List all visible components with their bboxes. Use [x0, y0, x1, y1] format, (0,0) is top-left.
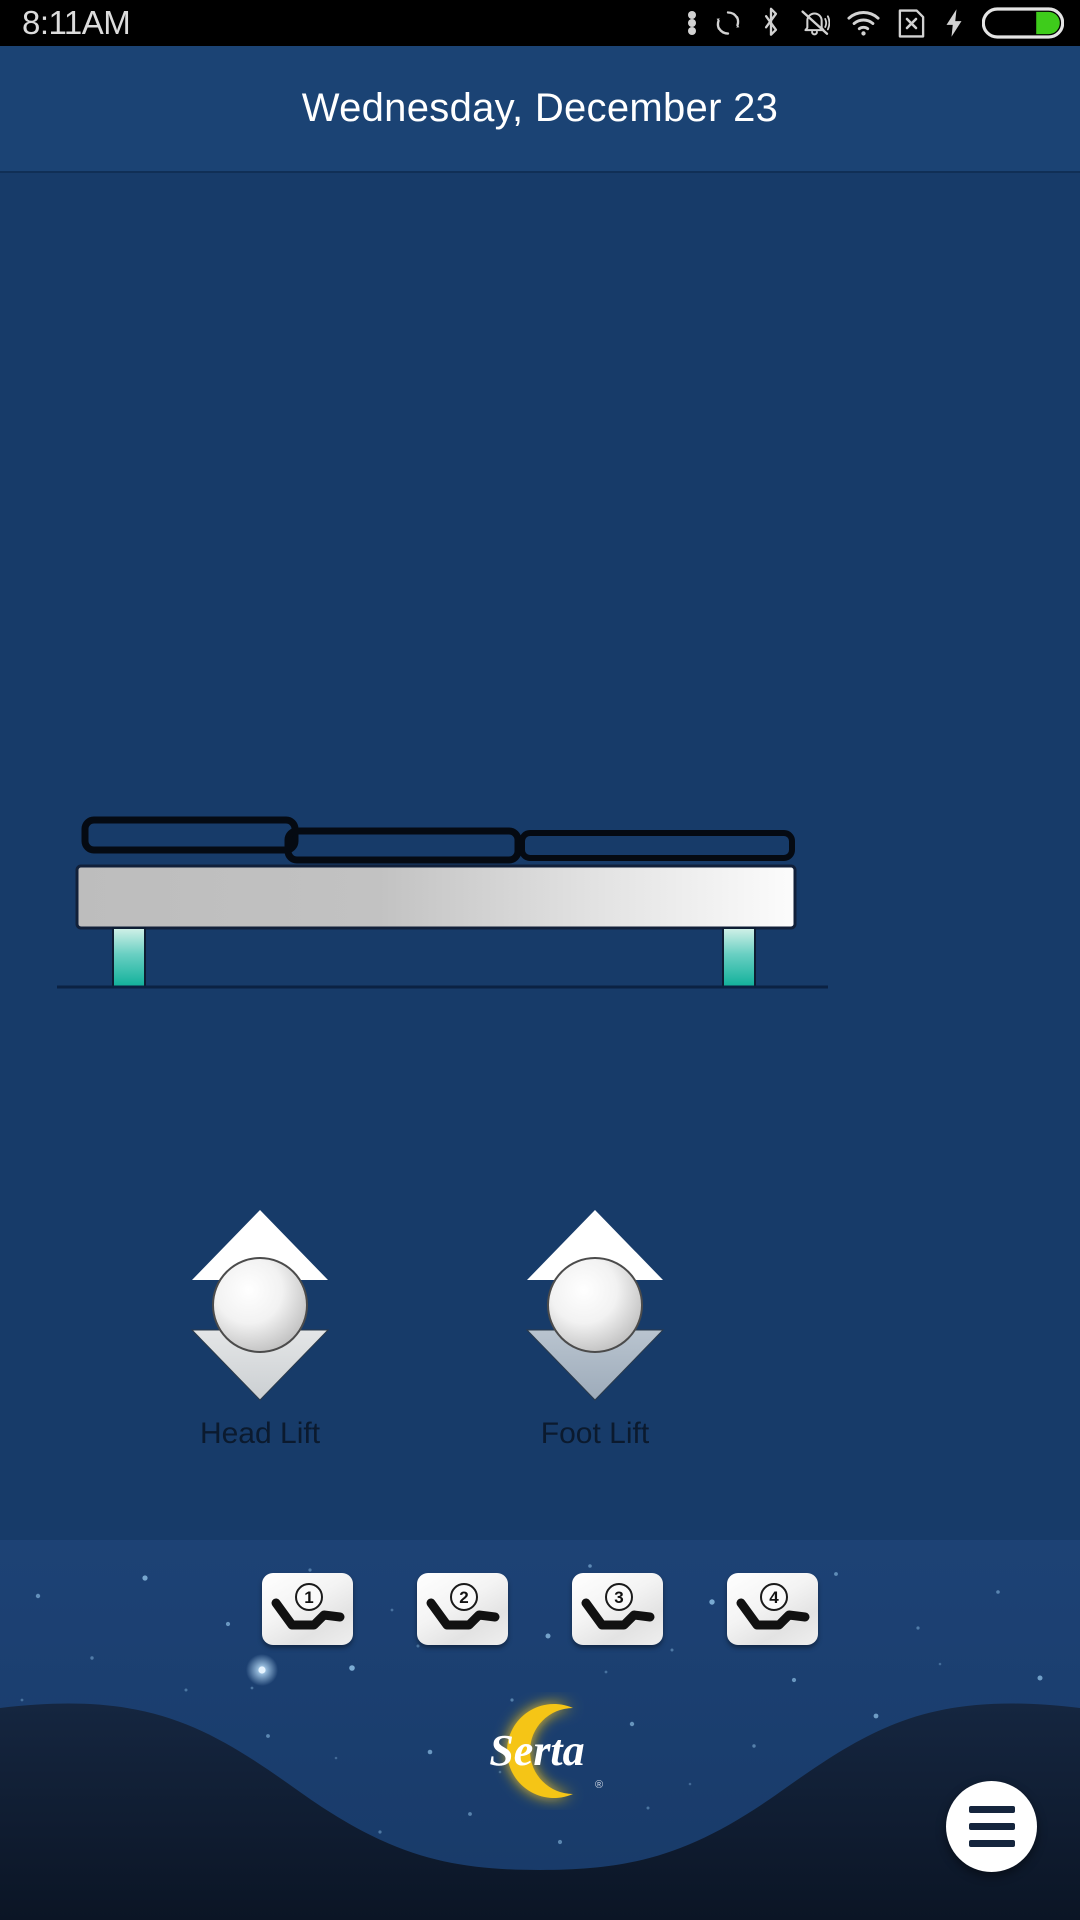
preset-3-button[interactable]: 3	[572, 1573, 663, 1645]
registered-mark: ®	[595, 1779, 603, 1791]
serta-wordmark: Serta	[489, 1726, 584, 1775]
date-header: Wednesday, December 23	[0, 46, 1080, 173]
preset-number: 3	[614, 1588, 623, 1607]
serta-logo: Serta ®	[445, 1692, 635, 1810]
hamburger-line	[968, 1823, 1015, 1830]
battery-icon	[982, 7, 1064, 39]
head-lift-label: Head Lift	[199, 1417, 321, 1450]
status-bar: 8:11AM	[0, 0, 1080, 46]
bed-middle-segment[interactable]	[284, 827, 522, 864]
charging-bolt-icon	[946, 9, 962, 37]
hamburger-menu-button[interactable]	[946, 1781, 1037, 1872]
lift-controls: Head Lift Foot Lift	[0, 1198, 1080, 1498]
preset-4-button[interactable]: 4	[727, 1573, 818, 1645]
more-dots-icon	[688, 11, 696, 35]
app-root: 8:11AM Wednesday, December 23 Serta ® He…	[0, 0, 1080, 1920]
foot-lift-knob[interactable]	[547, 1257, 643, 1353]
bed-leg-right	[722, 927, 756, 988]
hamburger-line	[968, 1840, 1015, 1847]
sync-icon	[716, 11, 740, 35]
preset-buttons: 1 2 3 4	[0, 1573, 1080, 1683]
silent-bell-icon	[801, 10, 830, 36]
wifi-icon	[847, 11, 880, 36]
bed-foot-segment[interactable]	[519, 830, 795, 861]
page-title: Wednesday, December 23	[301, 86, 779, 130]
adjustable-bed-illustration	[0, 798, 1080, 998]
sd-card-error-icon	[898, 8, 925, 38]
status-bar-icons	[688, 7, 1064, 39]
head-lift-control: Head Lift	[110, 1198, 410, 1451]
head-lift-knob[interactable]	[212, 1257, 308, 1353]
foot-lift-control: Foot Lift	[445, 1198, 745, 1451]
preset-number: 2	[459, 1588, 468, 1607]
bed-head-segment[interactable]	[81, 816, 299, 854]
hamburger-line	[968, 1806, 1015, 1813]
bed-base	[75, 864, 797, 930]
bluetooth-icon	[764, 7, 778, 36]
foot-lift-label: Foot Lift	[540, 1417, 650, 1450]
preset-number: 4	[769, 1588, 779, 1607]
main-content: Serta ® Head Lift Foot Lift 1 2 3 4	[0, 173, 1080, 1920]
preset-2-button[interactable]: 2	[417, 1573, 508, 1645]
bed-leg-left	[112, 927, 146, 988]
preset-1-button[interactable]: 1	[262, 1573, 353, 1645]
preset-number: 1	[304, 1588, 313, 1607]
status-bar-clock: 8:11AM	[22, 4, 131, 41]
